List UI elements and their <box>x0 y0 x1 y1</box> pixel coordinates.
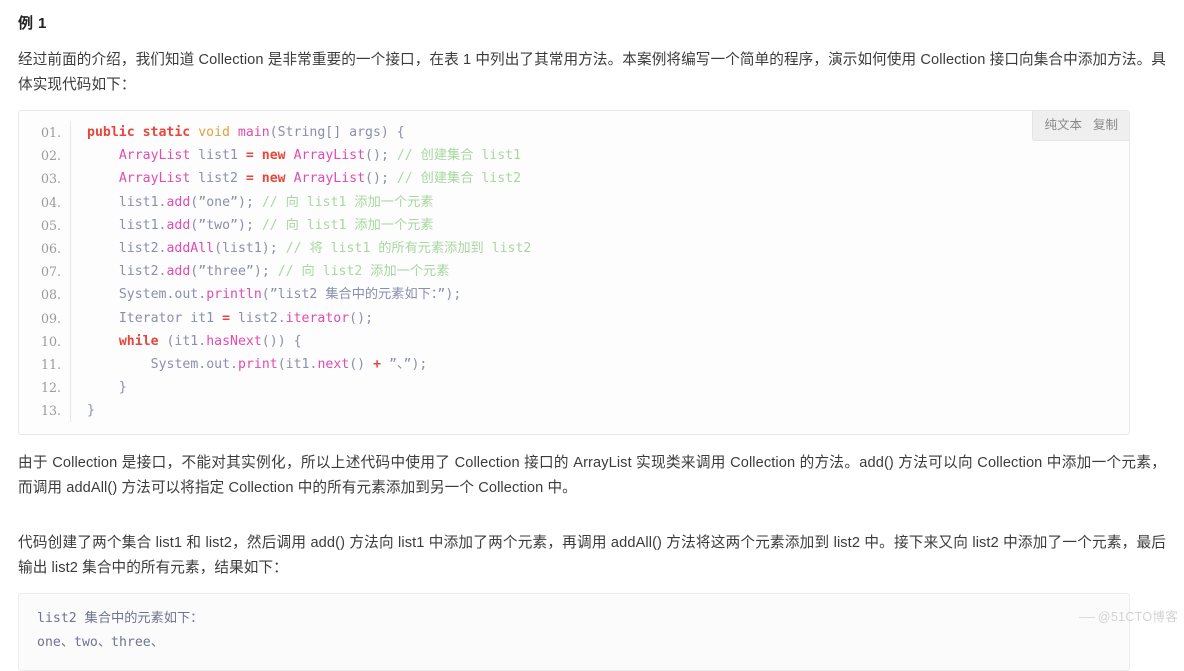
code-line: 09. Iterator it1 = list2.iterator(); <box>19 306 1129 330</box>
code-lines: 01. public static void main(String[] args… <box>19 121 1129 423</box>
code-line-text: public static void main(String[] args) { <box>87 125 405 140</box>
code-line-number: 07. <box>19 260 71 284</box>
code-line-text: list1.add(”two”); // 向 list1 添加一个元素 <box>118 217 434 233</box>
code-line: 08. System.out.println(”list2 集合中的元素如下：”… <box>19 283 1129 307</box>
page-title: 例 1 <box>18 15 47 32</box>
code-line: 04. list1.add(”one”); // 向 list1 添加一个元素 <box>19 190 1129 214</box>
article-page: 例 1 经过前面的介绍，我们知道 Collection 是非常重要的一个接口，在… <box>0 14 1184 671</box>
code-actions-toolbar: 纯文本 复制 <box>1032 111 1129 141</box>
code-line: 02. ArrayList list1 = new ArrayList(); /… <box>19 144 1129 168</box>
code-line-number: 11. <box>19 352 71 377</box>
code-line-number: 03. <box>19 167 71 191</box>
code-line: 07. list2.add(”three”); // 向 list2 添加一个元… <box>19 260 1129 284</box>
output-line: list2 集合中的元素如下： <box>37 611 204 627</box>
code-line-number: 04. <box>19 190 71 214</box>
code-line-text: ArrayList list1 = new ArrayList(); // 创建… <box>118 148 522 164</box>
code-line-text: System.out.print(it1.next() + ”、”); <box>150 356 428 372</box>
code-line: 12. } <box>19 376 1129 400</box>
code-line-text: list2.addAll(list1); // 将 list1 的所有元素添加到… <box>118 240 532 256</box>
code-line-text: list2.add(”three”); // 向 list2 添加一个元素 <box>118 264 450 280</box>
code-line: 03. ArrayList list2 = new ArrayList(); /… <box>19 167 1129 191</box>
code-line-number: 02. <box>19 144 71 168</box>
explanation-paragraph: 由于 Collection 是接口，不能对其实例化，所以上述代码中使用了 Col… <box>18 455 1166 497</box>
code-line: 13.} <box>19 399 1129 423</box>
code-line-text: ArrayList list2 = new ArrayList(); // 创建… <box>118 171 522 187</box>
code-line-number: 08. <box>19 283 71 307</box>
code-line: 11. System.out.print(it1.next() + ”、”); <box>19 352 1129 377</box>
output-line: one、two、three、 <box>37 635 164 651</box>
watermark-rule-icon <box>1078 617 1095 619</box>
code-line: 10. while (it1.hasNext()) { <box>19 329 1129 353</box>
output-block: list2 集合中的元素如下： one、two、three、 <box>18 593 1130 671</box>
plain-text-button[interactable]: 纯文本 <box>1044 117 1082 133</box>
code-line-number: 01. <box>19 121 71 145</box>
result-description-paragraph: 代码创建了两个集合 list1 和 list2，然后调用 add() 方法向 l… <box>18 535 1166 577</box>
intro-paragraph: 经过前面的介绍，我们知道 Collection 是非常重要的一个接口，在表 1 … <box>18 52 1166 93</box>
code-line-number: 06. <box>19 236 71 261</box>
code-line-number: 05. <box>19 213 71 237</box>
code-line-text: Iterator it1 = list2.iterator(); <box>118 310 374 326</box>
code-line: 01. public static void main(String[] args… <box>19 121 1129 145</box>
code-line-number: 09. <box>19 306 71 330</box>
watermark: @51CTO博客 <box>1078 606 1178 625</box>
code-line-text: System.out.println(”list2 集合中的元素如下：”); <box>118 287 462 303</box>
code-block: 纯文本 复制 01. public static void main(String… <box>18 110 1130 436</box>
code-line: 06. list2.addAll(list1); // 将 list1 的所有元… <box>19 236 1129 261</box>
code-line-text: list1.add(”one”); // 向 list1 添加一个元素 <box>118 194 434 210</box>
code-line: 05. list1.add(”two”); // 向 list1 添加一个元素 <box>19 213 1129 237</box>
code-line-number: 10. <box>19 329 71 353</box>
code-line-text: } <box>118 380 127 396</box>
code-line-text: } <box>87 403 95 419</box>
code-line-number: 13. <box>19 399 71 423</box>
watermark-label: @51CTO博客 <box>1097 610 1178 624</box>
code-line-text: while (it1.hasNext()) { <box>118 333 302 349</box>
code-line-number: 12. <box>19 376 71 400</box>
copy-button[interactable]: 复制 <box>1093 117 1118 133</box>
